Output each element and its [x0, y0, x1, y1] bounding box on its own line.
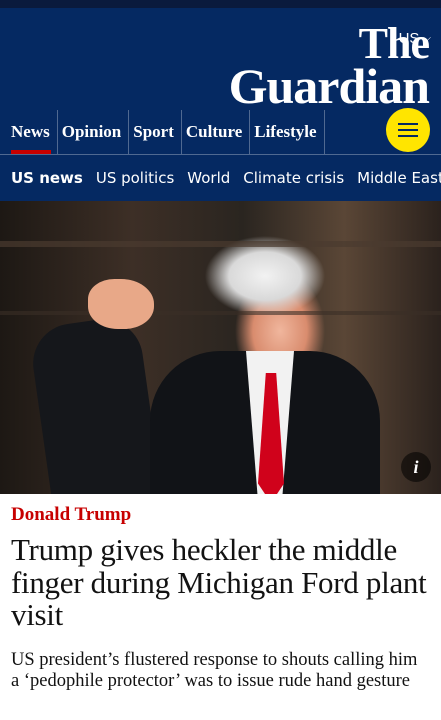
- subnav-item-climate-crisis[interactable]: Climate crisis: [243, 169, 344, 187]
- pillar-sport[interactable]: Sport: [129, 110, 182, 154]
- article-kicker[interactable]: Donald Trump: [11, 504, 430, 526]
- hero-bg-beam: [0, 311, 441, 315]
- guardian-logo[interactable]: The Guardian: [228, 22, 430, 114]
- hero-image: i: [0, 201, 441, 494]
- pillar-news[interactable]: News: [11, 110, 58, 154]
- subnav-item-middle-east[interactable]: Middle East: [357, 169, 441, 187]
- logo-line-2: Guardian: [228, 57, 430, 114]
- subnav-item-us-politics[interactable]: US politics: [96, 169, 174, 187]
- pillar-nav: News Opinion Sport Culture Lifestyle: [0, 108, 441, 154]
- site-header: US ⌵ The Guardian: [0, 8, 441, 114]
- subnav-item-world[interactable]: World: [187, 169, 230, 187]
- article-headline: Trump gives heckler the middle finger du…: [11, 532, 427, 633]
- article-standfirst: US president’s flustered response to sho…: [11, 649, 418, 691]
- hero-figure-arm: [28, 314, 162, 494]
- sub-nav: US news US politics World Climate crisis…: [0, 154, 441, 201]
- hamburger-menu-icon[interactable]: [386, 108, 430, 152]
- image-info-icon[interactable]: i: [401, 452, 431, 482]
- hero-figure-hand: [88, 279, 154, 329]
- subnav-item-us-news[interactable]: US news: [11, 169, 83, 187]
- article-header: Donald Trump Trump gives heckler the mid…: [0, 494, 441, 692]
- hero-bg-beam: [0, 241, 441, 247]
- status-bar-strip: [0, 0, 441, 8]
- pillar-lifestyle[interactable]: Lifestyle: [250, 110, 325, 154]
- pillar-opinion[interactable]: Opinion: [58, 110, 130, 154]
- pillar-culture[interactable]: Culture: [182, 110, 251, 154]
